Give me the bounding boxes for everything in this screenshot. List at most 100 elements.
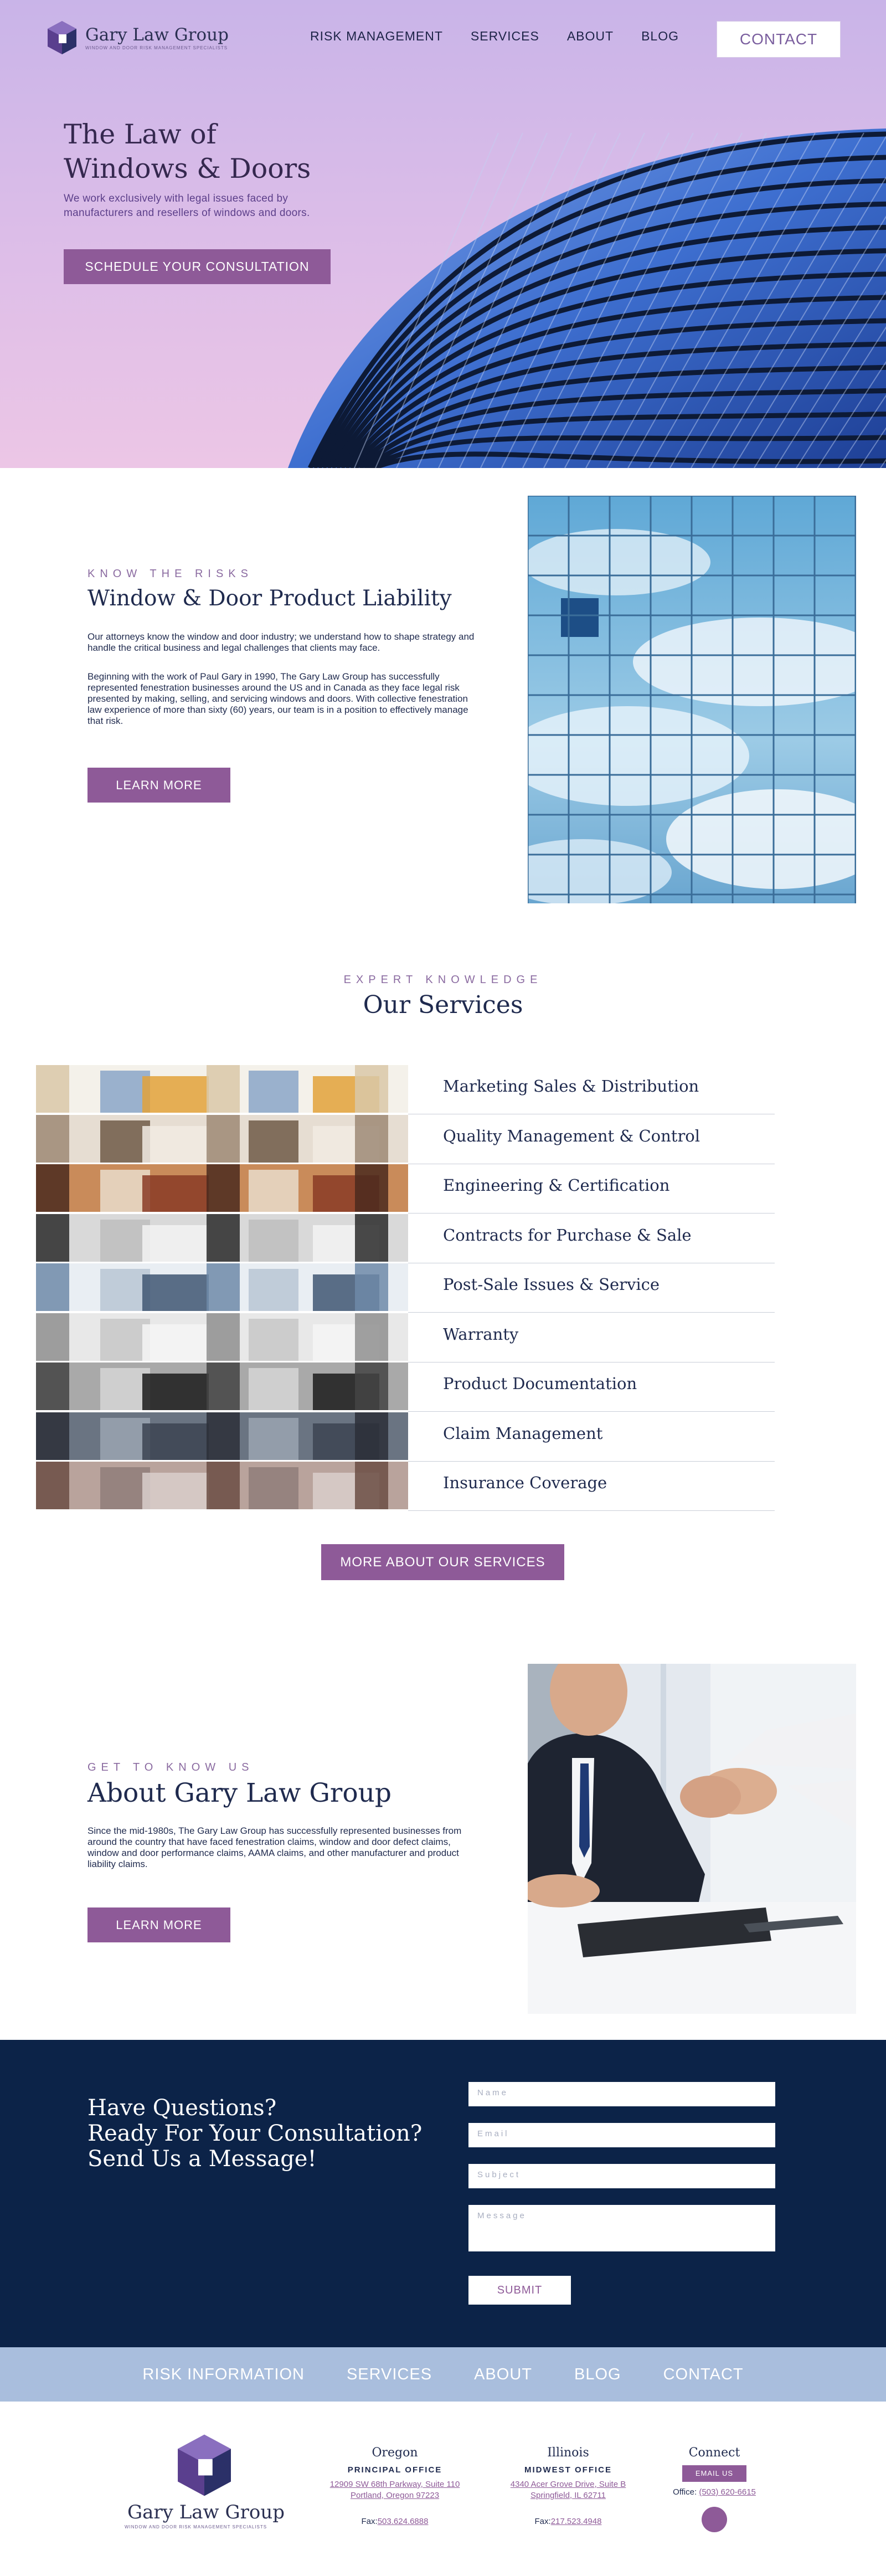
submit-button[interactable]: SUBMIT	[468, 2276, 571, 2305]
services-eyebrow: EXPERT KNOWLEDGE	[343, 974, 543, 986]
building-facade-image	[288, 128, 886, 468]
service-label: Claim Management	[443, 1423, 603, 1443]
footer-nav-services[interactable]: SERVICES	[347, 2366, 432, 2384]
service-image	[36, 1412, 408, 1460]
oregon-title: Oregon	[372, 2446, 418, 2460]
oregon-fax-label: Fax:	[361, 2517, 378, 2526]
service-row[interactable]: Quality Management & Control	[36, 1114, 775, 1164]
oregon-fax: Fax:503.624.6888	[306, 2517, 483, 2526]
glass-facade-sky-image	[528, 496, 856, 903]
service-label: Product Documentation	[443, 1374, 637, 1393]
illinois-fax-label: Fax:	[534, 2517, 551, 2526]
service-row[interactable]: Product Documentation	[36, 1362, 775, 1412]
service-image	[36, 1462, 408, 1509]
footer-nav-contact[interactable]: CONTACT	[663, 2366, 744, 2384]
footer: Gary Law Group WINDOW AND DOOR RISK MANA…	[0, 2402, 886, 2576]
service-row[interactable]: Claim Management	[36, 1412, 775, 1462]
nav-item-services[interactable]: SERVICES	[471, 29, 539, 44]
service-row[interactable]: Marketing Sales & Distribution	[36, 1065, 775, 1114]
oregon-fax-number[interactable]: 503.624.6888	[378, 2517, 429, 2526]
office-label: Office:	[673, 2487, 697, 2497]
hero-title: The Law of Windows & Doors	[64, 117, 374, 186]
contact-form-heading: Have Questions? Ready For Your Consultat…	[87, 2095, 442, 2172]
service-divider	[408, 1510, 775, 1511]
service-label: Insurance Coverage	[443, 1473, 607, 1492]
contact-heading-line2: Ready For Your Consultation?	[87, 2121, 423, 2146]
oregon-address[interactable]: 12909 SW 68th Parkway, Suite 110 Portlan…	[306, 2479, 483, 2501]
footer-nav: RISK INFORMATION SERVICES ABOUT BLOG CON…	[0, 2347, 886, 2402]
service-image	[36, 1313, 408, 1361]
risk-title: Window & Door Product Liability	[87, 586, 452, 611]
email-us-button[interactable]: EMAIL US	[682, 2465, 746, 2482]
service-label: Contracts for Purchase & Sale	[443, 1225, 692, 1245]
risk-eyebrow: KNOW THE RISKS	[87, 568, 253, 580]
footer-brand-tagline: WINDOW AND DOOR RISK MANAGEMENT SPECIALI…	[125, 2524, 267, 2529]
message-field[interactable]: Message	[468, 2205, 775, 2251]
service-label: Quality Management & Control	[443, 1126, 700, 1145]
service-image	[36, 1362, 408, 1410]
service-label: Marketing Sales & Distribution	[443, 1077, 699, 1096]
oregon-subtitle: PRINCIPAL OFFICE	[347, 2465, 442, 2475]
message-placeholder: Message	[477, 2211, 527, 2220]
nav-item-blog[interactable]: BLOG	[641, 29, 679, 44]
service-row[interactable]: Contracts for Purchase & Sale	[36, 1214, 775, 1263]
footer-nav-blog[interactable]: BLOG	[574, 2366, 621, 2384]
service-row[interactable]: Warranty	[36, 1313, 775, 1362]
brand-logo[interactable]: Gary Law Group WINDOW AND DOOR RISK MANA…	[47, 20, 229, 55]
services-title: Our Services	[363, 991, 523, 1019]
service-label: Post-Sale Issues & Service	[443, 1275, 660, 1294]
service-image	[36, 1164, 408, 1212]
service-image	[36, 1263, 408, 1311]
footer-oregon-office: Oregon PRINCIPAL OFFICE 12909 SW 68th Pa…	[306, 2446, 483, 2526]
about-paragraph: Since the mid-1980s, The Gary Law Group …	[87, 1826, 462, 1869]
logo-icon	[48, 21, 76, 54]
about-title: About Gary Law Group	[87, 1778, 392, 1808]
service-row[interactable]: Insurance Coverage	[36, 1461, 775, 1511]
risk-paragraph-2: Beginning with the work of Paul Gary in …	[87, 671, 468, 726]
about-eyebrow: GET TO KNOW US	[87, 1761, 254, 1773]
service-row[interactable]: Engineering & Certification	[36, 1164, 775, 1214]
footer-logo-icon[interactable]	[175, 2433, 234, 2498]
contact-heading-line1: Have Questions?	[87, 2095, 277, 2121]
service-image	[36, 1065, 408, 1113]
footer-connect: Connect EMAIL US Office: (503) 620-6615	[626, 2446, 803, 2535]
email-placeholder: Email	[477, 2129, 509, 2138]
oregon-address-line1: 12909 SW 68th Parkway, Suite 110	[329, 2480, 460, 2489]
oregon-address-line2: Portland, Oregon 97223	[350, 2491, 440, 2500]
nav-item-about[interactable]: ABOUT	[567, 29, 614, 44]
subject-placeholder: Subject	[477, 2170, 521, 2179]
office-phone: Office: (503) 620-6615	[626, 2487, 803, 2497]
contact-heading-line3: Send Us a Message!	[87, 2146, 317, 2172]
more-services-button[interactable]: MORE ABOUT OUR SERVICES	[321, 1544, 564, 1580]
service-label: Engineering & Certification	[443, 1176, 670, 1195]
about-learn-more-button[interactable]: LEARN MORE	[87, 1907, 230, 1942]
subject-field[interactable]: Subject	[468, 2164, 775, 2188]
hero-title-line2: Windows & Doors	[64, 153, 311, 184]
brand-tagline: WINDOW AND DOOR RISK MANAGEMENT SPECIALI…	[85, 45, 228, 50]
illinois-fax-number[interactable]: 217.523.4948	[551, 2517, 602, 2526]
contact-form-section: Have Questions? Ready For Your Consultat…	[0, 2040, 886, 2347]
office-phone-number[interactable]: (503) 620-6615	[699, 2487, 756, 2497]
footer-brand-name: Gary Law Group	[127, 2501, 285, 2523]
name-placeholder: Name	[477, 2088, 509, 2097]
hero-title-line1: The Law of	[64, 119, 217, 150]
email-field[interactable]: Email	[468, 2123, 775, 2147]
hero-subtitle: We work exclusively with legal issues fa…	[64, 193, 310, 219]
handshake-image	[528, 1664, 856, 2014]
service-image	[36, 1214, 408, 1262]
schedule-consultation-button[interactable]: SCHEDULE YOUR CONSULTATION	[64, 249, 331, 284]
risk-learn-more-button[interactable]: LEARN MORE	[87, 768, 230, 803]
service-row[interactable]: Post-Sale Issues & Service	[36, 1263, 775, 1313]
contact-button[interactable]: CONTACT	[717, 21, 841, 58]
service-image	[36, 1114, 408, 1163]
connect-title: Connect	[688, 2446, 740, 2460]
service-label: Warranty	[443, 1324, 519, 1344]
name-field[interactable]: Name	[468, 2082, 775, 2106]
main-nav: RISK MANAGEMENT SERVICES ABOUT BLOG	[310, 29, 707, 44]
hero-section: Gary Law Group WINDOW AND DOOR RISK MANA…	[0, 0, 886, 468]
footer-nav-about[interactable]: ABOUT	[474, 2366, 532, 2384]
footer-nav-risk-information[interactable]: RISK INFORMATION	[142, 2366, 305, 2384]
nav-item-risk-management[interactable]: RISK MANAGEMENT	[310, 29, 443, 44]
brand-name: Gary Law Group	[85, 24, 229, 45]
social-icon[interactable]	[702, 2507, 727, 2532]
